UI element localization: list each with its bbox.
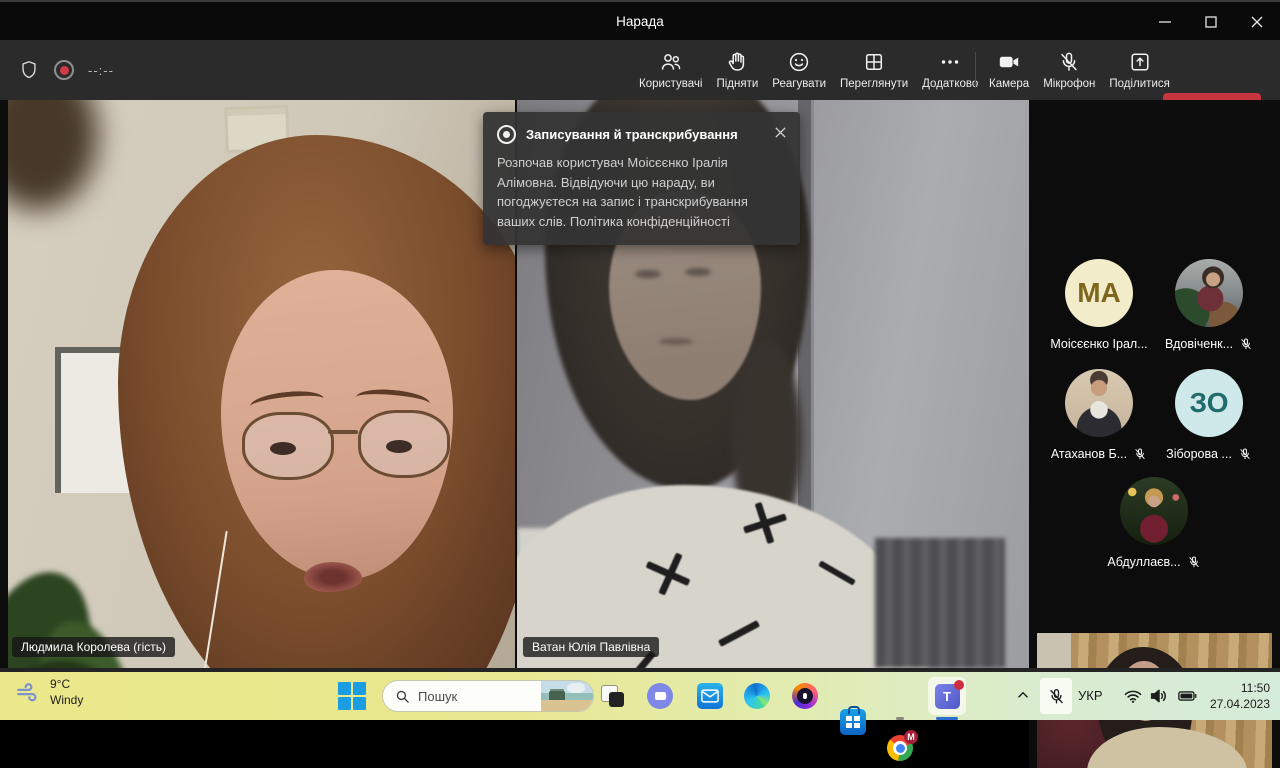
raise-hand-label: Підняти xyxy=(716,78,759,90)
users-icon xyxy=(659,50,683,74)
recording-indicator-icon xyxy=(54,60,74,80)
raise-hand-button[interactable]: Підняти xyxy=(709,50,765,90)
participant-ziborova[interactable]: ЗО Зіборова ... xyxy=(1154,369,1264,461)
banner-title: Записування й транскрибування xyxy=(526,127,738,142)
mic-muted-icon xyxy=(1238,447,1252,461)
teams-app-icon[interactable]: T xyxy=(928,677,966,715)
people-label: Користувачі xyxy=(639,78,703,90)
participant-label: Моісєєнко Ірал... xyxy=(1050,337,1148,351)
weather-temp: 9°C xyxy=(50,677,71,691)
microphone-button[interactable]: Мікрофон xyxy=(1036,50,1102,90)
recording-banner: Записування й транскрибування Розпочав к… xyxy=(483,112,800,245)
teams-notification-badge xyxy=(953,679,964,690)
titlebar: Нарада xyxy=(0,0,1280,40)
avatar[interactable] xyxy=(1065,369,1133,437)
weather-condition: Windy xyxy=(50,693,84,708)
participant-label: Атаханов Б... xyxy=(1050,447,1128,461)
avatar[interactable] xyxy=(1120,477,1188,545)
participant-label: Вдовіченк... xyxy=(1164,337,1234,351)
avatar-initials: МА xyxy=(1077,277,1121,308)
avatar[interactable]: ЗО xyxy=(1175,369,1243,437)
participant-moiseenko[interactable]: МА Моісєєнко Ірал... xyxy=(1044,259,1154,351)
share-icon xyxy=(1128,50,1152,74)
avatar[interactable] xyxy=(1175,259,1243,327)
date: 27.04.2023 xyxy=(1209,697,1270,712)
meeting-toolbar: --:-- Користувачі Підняти Реагувати Пере… xyxy=(0,40,1280,127)
shield-icon xyxy=(18,59,40,81)
start-button[interactable] xyxy=(338,682,366,710)
mic-muted-icon xyxy=(1239,337,1253,351)
wifi-icon[interactable] xyxy=(1122,685,1144,707)
close-button[interactable] xyxy=(1234,2,1280,42)
task-view-button[interactable] xyxy=(600,683,626,709)
camera-icon xyxy=(997,50,1021,74)
view-label: Переглянути xyxy=(840,78,909,90)
ellipsis-icon xyxy=(938,50,962,74)
avatar[interactable]: МА xyxy=(1065,259,1133,327)
language-indicator[interactable]: УКР xyxy=(1078,688,1103,703)
wind-icon xyxy=(14,679,42,705)
meeting-stage: Людмила Королева (гість) Ватан Юлія Павл… xyxy=(0,100,1280,768)
teams-letter: T xyxy=(943,688,951,704)
participant-atakhanov[interactable]: Атаханов Б... xyxy=(1044,369,1154,461)
camera-button[interactable]: Камера xyxy=(982,50,1036,90)
tray-mic-muted-button[interactable] xyxy=(1040,678,1072,714)
mic-muted-icon xyxy=(1057,50,1081,74)
time: 11:50 xyxy=(1240,681,1270,695)
privacy-policy-link[interactable]: Політика конфіденційності xyxy=(570,214,730,229)
search-placeholder: Пошук xyxy=(418,688,458,704)
banner-close-icon[interactable] xyxy=(772,124,789,141)
minimize-button[interactable] xyxy=(1142,2,1188,42)
participant-label: Зіборова ... xyxy=(1166,447,1232,461)
clock[interactable]: 11:50 27.04.2023 xyxy=(1210,680,1270,712)
view-button[interactable]: Переглянути xyxy=(833,50,915,90)
participant-label: Абдуллаєв... xyxy=(1107,555,1181,569)
weather-widget[interactable]: 9°C Windy xyxy=(14,676,83,708)
mic-muted-icon xyxy=(1133,447,1147,461)
meeting-timer: --:-- xyxy=(88,62,114,78)
tray-chevron-up-icon[interactable] xyxy=(1014,686,1032,704)
battery-icon[interactable] xyxy=(1176,685,1199,707)
avatar-initials: ЗО xyxy=(1189,387,1229,418)
search-icon xyxy=(394,688,411,705)
maximize-button[interactable] xyxy=(1188,2,1234,42)
participant-abdullaeva[interactable]: Абдуллаєв... xyxy=(1099,477,1209,569)
chat-app-icon[interactable] xyxy=(647,683,673,709)
share-button[interactable]: Поділитися xyxy=(1102,50,1176,90)
mail-app-icon[interactable] xyxy=(697,683,723,709)
participant-vdovichenko[interactable]: Вдовіченк... xyxy=(1154,259,1264,351)
toolbar-divider xyxy=(975,52,976,88)
teams-logo: T xyxy=(934,679,964,709)
participant-name-tag: Людмила Королева (гість) xyxy=(12,637,176,657)
secure-browser-icon[interactable] xyxy=(792,683,818,709)
record-icon xyxy=(497,125,516,144)
taskbar: 9°C Windy Пошук M T УКР 11:50 27.04.2023 xyxy=(0,672,1280,761)
video-tile-lyudmila[interactable]: Людмила Королева (гість) xyxy=(8,100,515,668)
microsoft-store-icon[interactable] xyxy=(840,706,866,735)
bing-daily-image[interactable] xyxy=(541,681,593,711)
mic-muted-icon xyxy=(1187,555,1201,569)
grid-view-icon xyxy=(862,50,886,74)
camera-label: Камера xyxy=(989,78,1030,90)
edge-browser-icon[interactable] xyxy=(744,683,770,709)
share-label: Поділитися xyxy=(1109,78,1170,90)
participant-name-tag: Ватан Юлія Павлівна xyxy=(523,637,660,657)
gmail-badge: M xyxy=(904,730,918,744)
more-label: Додатково xyxy=(922,78,979,90)
window-controls xyxy=(1142,2,1280,42)
chrome-browser-icon[interactable]: M xyxy=(887,730,918,761)
raise-hand-icon xyxy=(725,50,749,74)
window-title: Нарада xyxy=(616,14,664,29)
people-button[interactable]: Користувачі xyxy=(632,50,709,90)
smiley-icon xyxy=(787,50,811,74)
speaker-icon[interactable] xyxy=(1148,685,1170,707)
react-label: Реагувати xyxy=(772,78,827,90)
search-input[interactable]: Пошук xyxy=(382,680,594,712)
react-button[interactable]: Реагувати xyxy=(765,50,833,90)
microphone-label: Мікрофон xyxy=(1043,78,1096,90)
